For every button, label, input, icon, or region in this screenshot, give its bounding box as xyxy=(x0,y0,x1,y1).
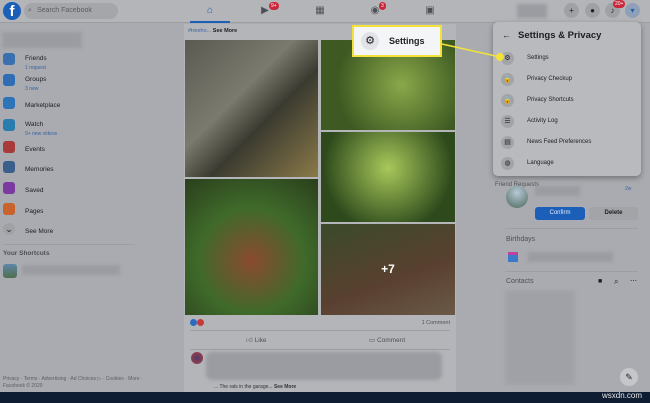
callout-label: Settings xyxy=(389,36,425,46)
callout-connector xyxy=(441,43,504,61)
gear-icon: ⚙ xyxy=(361,32,379,50)
watermark: wsxdn.com xyxy=(601,391,642,400)
settings-callout: ⚙ Settings xyxy=(352,25,442,57)
bottom-bar xyxy=(0,392,650,403)
